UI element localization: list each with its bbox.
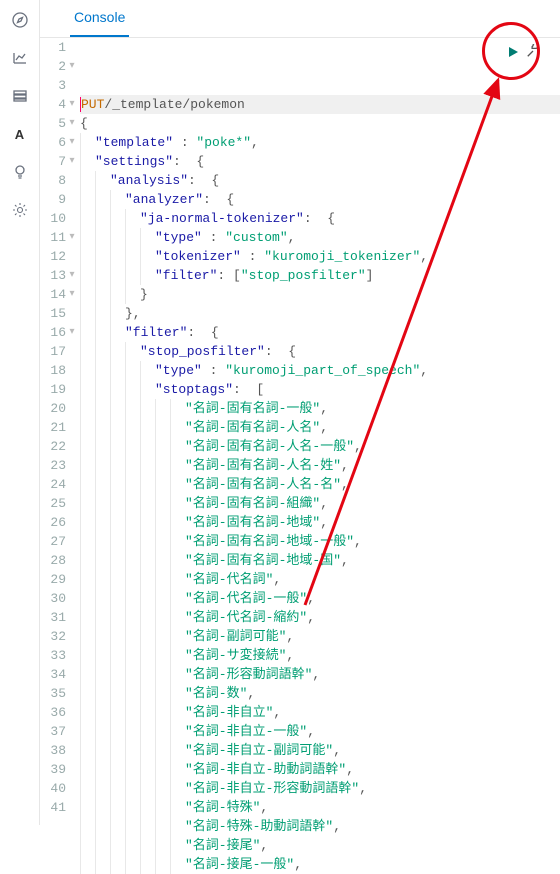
code-line[interactable]: "名詞-固有名詞-地域",: [80, 513, 560, 532]
code-line[interactable]: "名詞-固有名詞-人名",: [80, 418, 560, 437]
code-line[interactable]: "名詞-副詞可能",: [80, 627, 560, 646]
code-line[interactable]: "tokenizer" : "kuromoji_tokenizer",: [80, 247, 560, 266]
code-line[interactable]: "名詞-固有名詞-組織",: [80, 494, 560, 513]
code-line[interactable]: "名詞-固有名詞-地域-国",: [80, 551, 560, 570]
code-line[interactable]: "名詞-接尾",: [80, 836, 560, 855]
code-line[interactable]: "名詞-非自立-副詞可能",: [80, 741, 560, 760]
code-line[interactable]: "名詞-形容動詞語幹",: [80, 665, 560, 684]
code-line[interactable]: "名詞-固有名詞-地域-一般",: [80, 532, 560, 551]
run-icon[interactable]: [506, 45, 520, 65]
code-line[interactable]: "名詞-代名詞-一般",: [80, 589, 560, 608]
wrench-icon[interactable]: [526, 44, 540, 65]
code-line[interactable]: "名詞-接尾-一般",: [80, 855, 560, 874]
code-line[interactable]: "type" : "custom",: [80, 228, 560, 247]
code-line[interactable]: "名詞-固有名詞-人名-一般",: [80, 437, 560, 456]
code-line[interactable]: },: [80, 304, 560, 323]
code-line[interactable]: "名詞-固有名詞-人名-姓",: [80, 456, 560, 475]
code-line[interactable]: "filter": {: [80, 323, 560, 342]
request-path: /_template/pokemon: [104, 95, 244, 114]
code-line[interactable]: "名詞-特殊-助動詞語幹",: [80, 817, 560, 836]
bulb-icon[interactable]: [10, 162, 30, 182]
code-line[interactable]: "名詞-代名詞",: [80, 570, 560, 589]
tab-bar: Console: [40, 0, 560, 38]
code-line[interactable]: "名詞-数",: [80, 684, 560, 703]
code-line[interactable]: "名詞-非自立-助動詞語幹",: [80, 760, 560, 779]
code-area[interactable]: PUT /_template/pokemon{"template" : "pok…: [80, 38, 560, 874]
code-line[interactable]: "名詞-代名詞-縮約",: [80, 608, 560, 627]
code-line[interactable]: }: [80, 285, 560, 304]
layers-icon[interactable]: [10, 86, 30, 106]
code-line[interactable]: "名詞-非自立-形容動詞語幹",: [80, 779, 560, 798]
code-line[interactable]: "filter": ["stop_posfilter"]: [80, 266, 560, 285]
tab-console[interactable]: Console: [70, 0, 129, 37]
code-line[interactable]: "名詞-非自立-一般",: [80, 722, 560, 741]
code-line[interactable]: "analyzer": {: [80, 190, 560, 209]
gear-icon[interactable]: [10, 200, 30, 220]
code-line[interactable]: "stoptags": [: [80, 380, 560, 399]
code-line[interactable]: {: [80, 114, 560, 133]
code-line[interactable]: PUT /_template/pokemon: [80, 95, 560, 114]
code-line[interactable]: "template" : "poke*",: [80, 133, 560, 152]
code-line[interactable]: "analysis": {: [80, 171, 560, 190]
main-panel: Console 12▾34▾5▾6▾7▾891011▾1213▾14▾1516▾…: [40, 0, 560, 825]
code-line[interactable]: "名詞-非自立",: [80, 703, 560, 722]
left-sidebar: A: [0, 0, 40, 825]
code-line[interactable]: "type" : "kuromoji_part_of_speech",: [80, 361, 560, 380]
line-gutter: 12▾34▾5▾6▾7▾891011▾1213▾14▾1516▾17181920…: [40, 38, 80, 874]
code-line[interactable]: "stop_posfilter": {: [80, 342, 560, 361]
code-line[interactable]: "settings": {: [80, 152, 560, 171]
code-line[interactable]: "名詞-固有名詞-一般",: [80, 399, 560, 418]
code-line[interactable]: "名詞-サ変接続",: [80, 646, 560, 665]
code-line[interactable]: "ja-normal-tokenizer": {: [80, 209, 560, 228]
http-method: PUT: [81, 95, 104, 114]
code-editor[interactable]: 12▾34▾5▾6▾7▾891011▾1213▾14▾1516▾17181920…: [40, 38, 560, 874]
code-line[interactable]: "名詞-固有名詞-人名-名",: [80, 475, 560, 494]
chart-icon[interactable]: [10, 48, 30, 68]
code-line[interactable]: "名詞-特殊",: [80, 798, 560, 817]
compass-icon[interactable]: [10, 10, 30, 30]
letter-a-icon[interactable]: A: [10, 124, 30, 144]
